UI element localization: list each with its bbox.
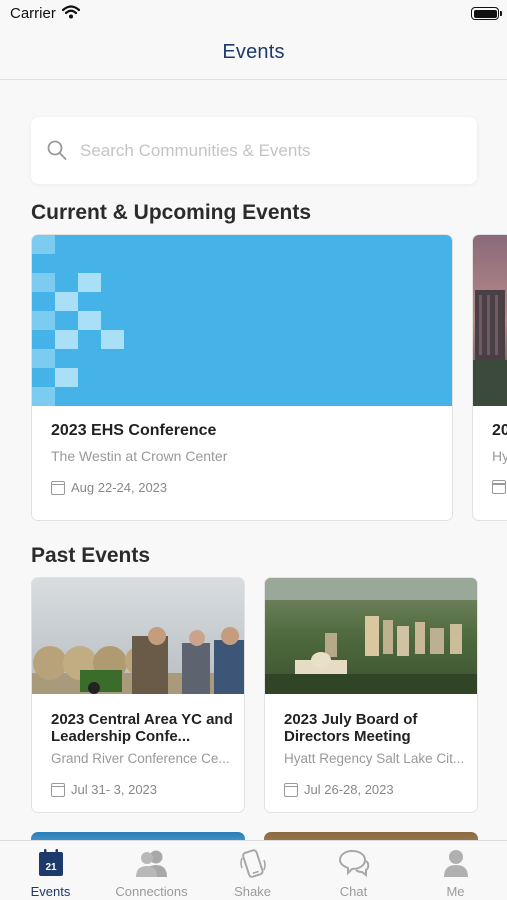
event-banner-image: [32, 235, 452, 406]
tab-label: Me: [446, 884, 465, 899]
chat-bubbles-icon: [338, 849, 370, 882]
event-date: Aug 22-24, 2023: [71, 480, 168, 495]
search-input[interactable]: [80, 117, 460, 184]
tab-label: Events: [30, 884, 71, 899]
event-photo: [32, 578, 244, 694]
event-date: Jul 26-28, 2023: [304, 782, 394, 797]
past-event-card[interactable]: 2023 July Board of Directors Meeting Hya…: [264, 577, 478, 813]
wifi-icon: [61, 5, 81, 24]
tab-bar: 21 Events Connections Shake Chat Me: [0, 840, 507, 900]
event-venue: Hyatt Regency Salt Lake Cit...: [284, 751, 465, 766]
navigation-bar: Events: [0, 28, 507, 80]
tab-label: Chat: [339, 884, 368, 899]
calendar-icon: [51, 480, 65, 495]
section-title-current: Current & Upcoming Events: [31, 201, 312, 224]
status-bar: Carrier: [0, 0, 507, 28]
event-venue: The Westin at Crown Center: [51, 448, 228, 464]
page-title: Events: [222, 41, 285, 63]
past-event-card[interactable]: 2023 Central Area YC and Leadership Conf…: [31, 577, 245, 813]
event-title: 2023 July Board of Directors Meeting: [284, 711, 418, 745]
tab-shake[interactable]: Shake: [202, 841, 303, 900]
event-title: 20: [492, 422, 507, 439]
shake-phone-icon: [238, 849, 268, 884]
event-title: 2023 EHS Conference: [51, 422, 217, 439]
tab-label: Shake: [234, 884, 271, 899]
calendar-icon: 21: [38, 849, 64, 882]
section-title-past: Past Events: [31, 544, 151, 567]
search-bar[interactable]: [31, 117, 477, 184]
people-icon: [135, 849, 169, 882]
tab-events[interactable]: 21 Events: [0, 841, 101, 900]
battery-icon: [471, 7, 502, 20]
event-venue: Hy: [492, 448, 507, 464]
event-card[interactable]: 20 Hy: [472, 234, 507, 521]
search-icon: [47, 140, 67, 166]
calendar-day-number: 21: [45, 862, 57, 873]
calendar-icon: [492, 480, 506, 494]
tab-label: Connections: [115, 884, 188, 899]
calendar-icon: [51, 782, 65, 797]
event-card[interactable]: 2023 EHS Conference The Westin at Crown …: [31, 234, 453, 521]
event-venue: Grand River Conference Ce...: [51, 751, 230, 766]
event-date: Jul 31- 3, 2023: [71, 782, 158, 797]
tab-connections[interactable]: Connections: [101, 841, 202, 900]
event-banner-image: [473, 235, 507, 406]
tab-chat[interactable]: Chat: [303, 841, 404, 900]
event-photo: [265, 578, 477, 694]
tab-me[interactable]: Me: [405, 841, 506, 900]
calendar-icon: [284, 782, 298, 797]
carrier-label: Carrier: [10, 5, 56, 22]
person-icon: [443, 849, 469, 882]
event-title: 2023 Central Area YC and Leadership Conf…: [51, 711, 233, 745]
